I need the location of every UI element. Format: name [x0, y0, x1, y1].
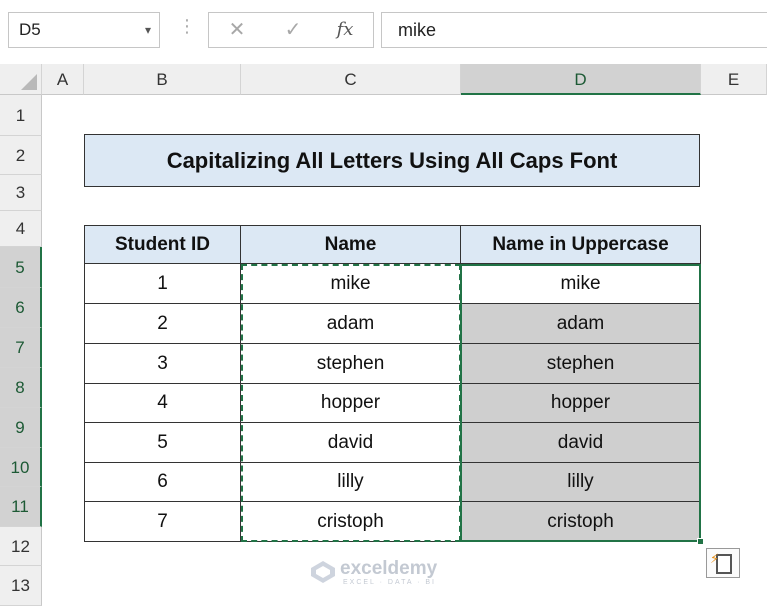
- table-cell[interactable]: adam: [461, 304, 701, 344]
- table-cell[interactable]: stephen: [461, 344, 701, 384]
- lightning-icon: ⚡: [710, 551, 720, 566]
- table-cell[interactable]: 1: [84, 264, 241, 304]
- table-cell[interactable]: 2: [84, 304, 241, 344]
- column-header-c[interactable]: C: [241, 64, 461, 95]
- row-header-7[interactable]: 7: [0, 328, 42, 368]
- row-header-1[interactable]: 1: [0, 95, 42, 136]
- formula-input[interactable]: mike: [381, 12, 767, 48]
- table-cell[interactable]: adam: [241, 304, 461, 344]
- column-header-a[interactable]: A: [42, 64, 84, 95]
- watermark-name: exceldemy: [340, 558, 438, 579]
- row-header-13[interactable]: 13: [0, 566, 42, 606]
- formula-buttons: ✕ ✓ fx: [208, 12, 374, 48]
- table-cell[interactable]: stephen: [241, 344, 461, 384]
- fill-handle[interactable]: [697, 538, 704, 545]
- table-header-cell[interactable]: Student ID: [84, 225, 241, 264]
- table-cell[interactable]: mike: [241, 264, 461, 304]
- table-cell[interactable]: 5: [84, 423, 241, 463]
- row-header-3[interactable]: 3: [0, 175, 42, 211]
- column-header-e[interactable]: E: [701, 64, 767, 95]
- table-cell[interactable]: cristoph: [241, 502, 461, 542]
- table-header-cell[interactable]: Name in Uppercase: [461, 225, 701, 264]
- table-cell[interactable]: 7: [84, 502, 241, 542]
- table-cell[interactable]: hopper: [241, 384, 461, 423]
- table-cell[interactable]: hopper: [461, 384, 701, 423]
- watermark-tagline: EXCEL · DATA · BI: [343, 579, 436, 586]
- table-cell[interactable]: david: [241, 423, 461, 463]
- table-header-cell[interactable]: Name: [241, 225, 461, 264]
- column-header-d[interactable]: D: [461, 64, 701, 95]
- paste-options-icon[interactable]: ⚡: [706, 548, 740, 578]
- name-box[interactable]: D5 ▾: [8, 12, 160, 48]
- row-header-4[interactable]: 4: [0, 211, 42, 247]
- row-header-11[interactable]: 11: [0, 487, 42, 527]
- check-icon[interactable]: ✓: [273, 13, 313, 47]
- column-header-b[interactable]: B: [84, 64, 241, 95]
- table-cell[interactable]: david: [461, 423, 701, 463]
- sheet-title[interactable]: Capitalizing All Letters Using All Caps …: [84, 134, 700, 187]
- row-header-2[interactable]: 2: [0, 136, 42, 175]
- select-all-corner[interactable]: [0, 64, 42, 95]
- formula-bar-separator: ⋮: [178, 16, 196, 36]
- table-cell[interactable]: mike: [461, 264, 701, 304]
- fx-icon[interactable]: fx: [325, 13, 365, 47]
- formula-bar: D5 ▾ ⋮ ✕ ✓ fx mike: [0, 0, 767, 64]
- select-all-icon: [21, 74, 37, 90]
- table-cell[interactable]: 4: [84, 384, 241, 423]
- row-header-9[interactable]: 9: [0, 408, 42, 448]
- table-cell[interactable]: 6: [84, 463, 241, 502]
- table-cell[interactable]: 3: [84, 344, 241, 384]
- name-box-value: D5: [19, 20, 41, 39]
- table-cell[interactable]: lilly: [461, 463, 701, 502]
- exceldemy-logo-icon: [311, 561, 335, 583]
- row-header-12[interactable]: 12: [0, 527, 42, 566]
- row-header-5[interactable]: 5: [0, 247, 42, 288]
- table-cell[interactable]: lilly: [241, 463, 461, 502]
- row-header-6[interactable]: 6: [0, 288, 42, 328]
- chevron-down-icon[interactable]: ▾: [145, 13, 151, 47]
- row-header-8[interactable]: 8: [0, 368, 42, 408]
- close-icon[interactable]: ✕: [217, 13, 257, 47]
- table-cell[interactable]: cristoph: [461, 502, 701, 542]
- row-header-10[interactable]: 10: [0, 448, 42, 487]
